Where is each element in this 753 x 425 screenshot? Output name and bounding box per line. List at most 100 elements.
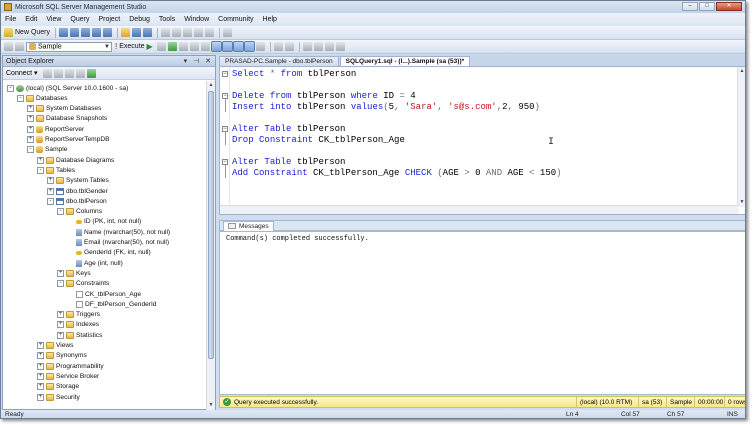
object-explorer-icon[interactable] (172, 28, 182, 37)
collapse-icon[interactable]: - (57, 208, 64, 216)
tree-item[interactable]: + System Tables (47, 176, 109, 186)
code-line[interactable]: Alter Table tblPerson (232, 124, 562, 135)
collapse-icon[interactable]: − (222, 71, 228, 77)
collapse-icon[interactable]: - (7, 84, 14, 92)
expand-icon[interactable]: + (57, 321, 64, 329)
tree-item[interactable]: - Constraints (57, 279, 109, 289)
tree-item[interactable]: - Columns (57, 207, 102, 217)
tab-messages[interactable]: Messages (223, 220, 274, 231)
expand-icon[interactable]: + (47, 187, 54, 195)
code-line[interactable] (232, 146, 562, 157)
tree-item[interactable]: + Indexes (57, 320, 99, 330)
menu-view[interactable]: View (46, 16, 61, 23)
tree-item[interactable]: - (local) (SQL Server 10.0.1600 - sa) (7, 83, 128, 93)
menu-window[interactable]: Window (184, 16, 209, 23)
expand-icon[interactable]: + (37, 342, 44, 349)
available-databases-select[interactable]: Sample ▼ (26, 41, 112, 52)
tree-item[interactable]: + Statistics (57, 330, 102, 340)
expand-icon[interactable]: + (37, 352, 44, 360)
dmx-query-icon[interactable] (92, 28, 102, 37)
scroll-up-icon[interactable]: ▲ (739, 68, 745, 75)
registered-servers-icon[interactable] (161, 28, 171, 37)
toolbox-icon[interactable] (205, 28, 215, 37)
toolbar-options-icon[interactable] (335, 42, 345, 51)
query-designer-icon[interactable] (189, 42, 199, 51)
tree-item[interactable]: CK_tblPerson_Age (67, 289, 141, 299)
expand-icon[interactable]: + (47, 177, 54, 185)
disconnect-icon[interactable] (53, 68, 63, 78)
tree-item[interactable]: + Database Snapshots (27, 114, 107, 124)
connect-icon[interactable] (4, 42, 13, 51)
results-to-text-icon[interactable] (243, 41, 255, 52)
expand-icon[interactable]: + (37, 156, 44, 164)
close-button[interactable]: ✕ (716, 2, 742, 11)
tree-item[interactable]: + ReportServer (27, 124, 84, 134)
menu-project[interactable]: Project (98, 16, 120, 23)
expand-icon[interactable]: + (27, 136, 34, 143)
tree-item[interactable]: Name (nvarchar(50), not null) (67, 227, 170, 237)
tab-table-designer[interactable]: PRASAD-PC.Sample - dbo.tblPerson (219, 56, 339, 66)
properties-icon[interactable] (194, 28, 204, 37)
code-line[interactable]: Select * from tblPerson (232, 69, 562, 80)
tree-item[interactable]: + Triggers (57, 310, 100, 320)
tree-item[interactable]: + dbo.tblGender (47, 186, 108, 196)
code-line[interactable]: Insert into tblPerson values(5, 'Sara', … (232, 102, 562, 113)
code-line[interactable]: Alter Table tblPerson (232, 157, 562, 168)
uncomment-icon[interactable] (284, 42, 294, 51)
maximize-button[interactable]: □ (699, 2, 715, 11)
specify-template-values-icon[interactable] (324, 42, 334, 51)
change-connection-icon[interactable] (15, 42, 24, 51)
tree-item[interactable]: + Service Broker (37, 371, 99, 381)
tree-item[interactable]: + Database Diagrams (37, 155, 114, 165)
save-icon[interactable] (132, 28, 142, 37)
tree-item[interactable]: GenderId (FK, int, null) (67, 248, 151, 258)
tree-item[interactable]: + Storage (37, 382, 79, 392)
scrollbar-thumb[interactable] (208, 91, 214, 359)
toolbar-options-icon[interactable] (223, 28, 233, 37)
open-file-icon[interactable] (121, 28, 131, 37)
tree-item[interactable]: + ReportServerTempDB (27, 135, 110, 145)
query-editor[interactable]: − − − − Select * from tblPerson Delete fr… (219, 66, 745, 215)
menu-query[interactable]: Query (70, 16, 89, 23)
menu-file[interactable]: File (5, 16, 16, 23)
stop-icon[interactable] (64, 68, 74, 78)
code-line[interactable]: Drop Constraint CK_tblPerson_Age (232, 135, 562, 146)
code-line[interactable]: Add Constraint CK_tblPerson_Age CHECK (A… (232, 168, 562, 179)
database-engine-query-icon[interactable] (59, 28, 69, 37)
editor-horizontal-scrollbar[interactable] (220, 205, 739, 214)
execute-button[interactable]: ! Execute (115, 41, 145, 52)
tree-item[interactable]: + Programmability (37, 361, 104, 371)
expand-icon[interactable]: + (37, 362, 44, 370)
debug-button[interactable]: ▶ (147, 41, 155, 52)
expand-icon[interactable]: + (37, 372, 44, 380)
editor-vertical-scrollbar[interactable]: ▲ ▼ (737, 67, 745, 207)
tree-item[interactable]: ID (PK, int, not null) (67, 217, 141, 227)
tree-item[interactable]: + Keys (57, 268, 91, 278)
code-line[interactable] (232, 80, 562, 91)
comment-out-icon[interactable] (273, 42, 283, 51)
results-to-file-icon[interactable] (255, 42, 265, 51)
object-explorer-scrollbar[interactable]: ▲ ▼ (206, 81, 215, 410)
expand-icon[interactable]: + (57, 331, 64, 339)
expand-icon[interactable]: + (37, 393, 44, 401)
new-query-button[interactable]: New Query (4, 27, 50, 38)
tree-item[interactable]: DF_tblPerson_GenderId (67, 299, 156, 309)
tree-item[interactable]: + Views (37, 341, 73, 351)
expand-icon[interactable]: + (27, 105, 34, 113)
tree-item[interactable]: + System Databases (27, 104, 101, 114)
messages-pane[interactable]: Command(s) completed successfully. (219, 231, 745, 395)
tab-sql-query[interactable]: SQLQuery1.sql - (l...).Sample (sa (53))* (339, 56, 471, 66)
results-to-grid-icon[interactable] (232, 41, 244, 52)
tree-item[interactable]: - dbo.tblPerson (47, 196, 107, 206)
collapse-icon[interactable]: - (27, 146, 34, 154)
menu-tools[interactable]: Tools (159, 16, 175, 23)
intellisense-icon[interactable] (200, 42, 210, 51)
expand-icon[interactable]: + (27, 115, 34, 123)
minimize-button[interactable]: – (682, 2, 698, 11)
pin-icon[interactable]: ▾ (184, 58, 190, 65)
tree-item[interactable]: Age (int, null) (67, 258, 123, 268)
expand-icon[interactable]: + (37, 383, 44, 391)
collapse-icon[interactable]: - (47, 197, 54, 205)
close-icon[interactable]: ✕ (205, 58, 213, 65)
menu-help[interactable]: Help (263, 16, 277, 23)
